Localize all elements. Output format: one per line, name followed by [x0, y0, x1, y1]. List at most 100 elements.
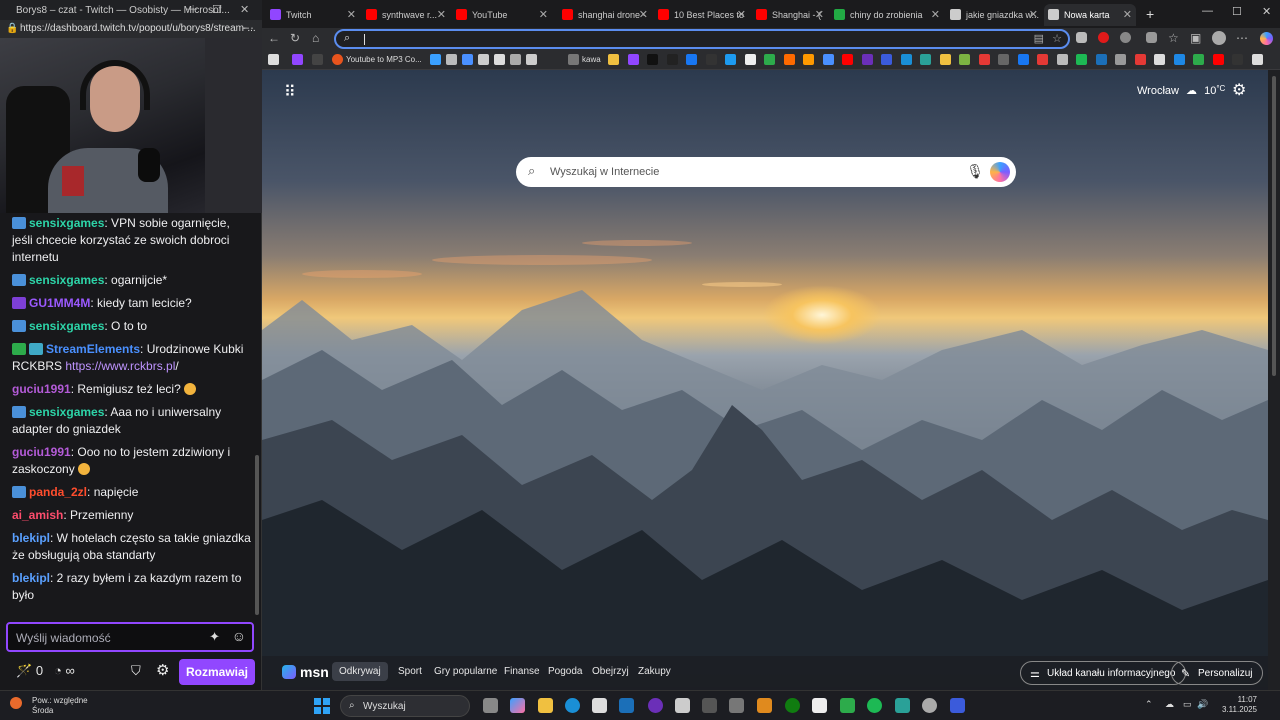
bookmark-icon[interactable] [978, 54, 990, 65]
bookmark-icon[interactable] [430, 54, 441, 65]
bookmark-icon[interactable] [526, 54, 537, 65]
bookmark-youtube-mp3[interactable]: Youtube to MP3 Co... [346, 55, 422, 64]
chat-username[interactable]: sensixgames [29, 405, 104, 419]
bookmark-icon[interactable] [725, 54, 736, 65]
chat-badge-icon[interactable] [12, 406, 26, 418]
chat-badge-icon[interactable] [12, 486, 26, 498]
new-tab-button[interactable]: + [1146, 6, 1154, 22]
app-icon[interactable] [757, 698, 772, 713]
send-chat-button[interactable]: Rozmawiaj [179, 659, 255, 685]
tab-7[interactable]: jakie gniazdka w... ✕ [946, 4, 1042, 26]
infinity-indicator[interactable]: ◔ ∞ [54, 663, 75, 678]
chat-username[interactable]: sensixgames [29, 319, 104, 333]
emoji-icon[interactable]: ☺ [232, 628, 246, 644]
start-button[interactable] [314, 698, 330, 714]
bookmark-icon[interactable] [939, 54, 951, 65]
page-scrollbar[interactable] [1268, 70, 1280, 690]
collections-icon[interactable]: ▣ [1190, 31, 1201, 45]
favorites-icon[interactable]: ☆ [1168, 31, 1179, 45]
bookmark-icon[interactable] [1193, 54, 1204, 65]
bookmark-icon[interactable] [268, 54, 279, 65]
bookmark-icon[interactable] [842, 54, 853, 65]
bookmark-icon[interactable] [627, 54, 639, 65]
extension-icon[interactable] [1098, 32, 1109, 43]
bookmark-icon[interactable] [332, 54, 343, 65]
chat-username[interactable]: guciu1991 [12, 382, 71, 396]
bookmark-icon[interactable] [1154, 54, 1165, 65]
apps-grid-icon[interactable]: ⠿ [284, 82, 296, 102]
bookmark-icon[interactable] [1173, 54, 1185, 65]
chat-username[interactable]: ai_amish [12, 508, 63, 522]
taskbar-search[interactable]: ⌕ Wyszukaj [340, 695, 470, 717]
maps-icon[interactable] [675, 698, 690, 713]
sparkle-icon[interactable]: ✦ [209, 629, 220, 645]
task-view-icon[interactable] [483, 698, 498, 713]
bookmark-icon[interactable] [861, 54, 873, 65]
tab-8[interactable]: Nowa karta ✕ [1044, 4, 1136, 26]
chat-link[interactable]: https://www.rckbrs.pl [65, 359, 175, 373]
bookmark-icon[interactable] [647, 54, 658, 65]
msn-nav-pogoda[interactable]: Pogoda [548, 666, 582, 677]
bookmark-icon[interactable] [686, 54, 697, 65]
close-tab-icon[interactable]: ✕ [737, 8, 746, 21]
bookmark-icon[interactable] [478, 54, 489, 65]
bookmark-icon[interactable] [764, 54, 775, 65]
bookmark-icon[interactable] [312, 54, 323, 65]
profile-avatar[interactable] [1212, 31, 1226, 45]
close-tab-icon[interactable]: ✕ [931, 8, 940, 21]
app-icon[interactable] [812, 698, 827, 713]
maximize-icon[interactable]: ☐ [212, 3, 222, 16]
chat-username[interactable]: blekipl [12, 531, 50, 545]
xbox-icon[interactable] [785, 698, 800, 713]
bookmark-icon[interactable] [1095, 54, 1107, 65]
bookmark-icon[interactable] [959, 54, 970, 65]
msn-nav-finanse[interactable]: Finanse [504, 666, 540, 677]
bookmark-icon[interactable] [462, 54, 473, 65]
bookmark-icon[interactable] [1076, 54, 1087, 65]
bookmark-icon[interactable] [1134, 54, 1146, 65]
app-icon[interactable] [729, 698, 744, 713]
bookmark-icon[interactable] [1232, 54, 1243, 65]
bookmark-icon[interactable] [1212, 54, 1224, 65]
app-icon[interactable] [895, 698, 910, 713]
bookmark-icon[interactable] [705, 54, 717, 65]
network-icon[interactable]: ▭ [1183, 699, 1192, 710]
personalize-button[interactable]: ✎ Personalizuj [1171, 661, 1264, 685]
app-icon[interactable] [648, 698, 663, 713]
reader-icon[interactable]: ▤ [1034, 32, 1044, 45]
weather-widget[interactable]: Wrocław ☁ 10°C [1137, 84, 1225, 97]
close-tab-icon[interactable]: ✕ [437, 8, 446, 21]
bookmark-icon[interactable] [666, 54, 678, 65]
msn-logo[interactable]: msn [282, 664, 329, 680]
bookmark-icon[interactable] [510, 54, 521, 65]
clock[interactable]: 11:07 3.11.2025 [1222, 695, 1257, 715]
bookmark-icon[interactable] [1115, 54, 1126, 65]
tab-4[interactable]: 10 Best Places to ✕ [654, 4, 750, 26]
microphone-icon[interactable]: 🎙 [966, 163, 984, 180]
bookmark-icon[interactable] [920, 54, 931, 65]
bookmark-icon[interactable] [1037, 54, 1048, 65]
chat-username[interactable]: sensixgames [29, 216, 104, 230]
bookmark-icon[interactable] [1056, 54, 1068, 65]
bookmark-icon[interactable] [1017, 54, 1029, 65]
tab-2[interactable]: YouTube ✕ [452, 4, 552, 26]
back-icon[interactable]: ← [268, 31, 280, 45]
app-icon[interactable] [922, 698, 937, 713]
extension-icon[interactable] [1120, 32, 1131, 43]
app-icon[interactable] [950, 698, 965, 713]
bookmark-icon[interactable] [822, 54, 834, 65]
favorite-star-icon[interactable]: ☆ [1052, 32, 1062, 45]
tab-0[interactable]: Twitch ✕ [266, 4, 360, 26]
msn-nav-sport[interactable]: Sport [398, 666, 422, 677]
bookmark-icon[interactable] [292, 54, 303, 65]
bookmark-icon[interactable] [608, 54, 619, 65]
terminal-icon[interactable] [702, 698, 717, 713]
shield-icon[interactable]: ⛉ [131, 663, 141, 679]
popout-address-bar[interactable]: 🔒 https://dashboard.twitch.tv/popout/u/b… [0, 20, 262, 38]
close-tab-icon[interactable]: ✕ [639, 8, 648, 21]
close-tab-icon[interactable]: ✕ [1029, 8, 1038, 21]
msn-nav-gry[interactable]: Gry popularne [434, 666, 497, 677]
home-icon[interactable]: ⌂ [312, 31, 319, 45]
chat-username[interactable]: GU1MM4M [29, 296, 90, 310]
store-icon[interactable] [592, 698, 607, 713]
